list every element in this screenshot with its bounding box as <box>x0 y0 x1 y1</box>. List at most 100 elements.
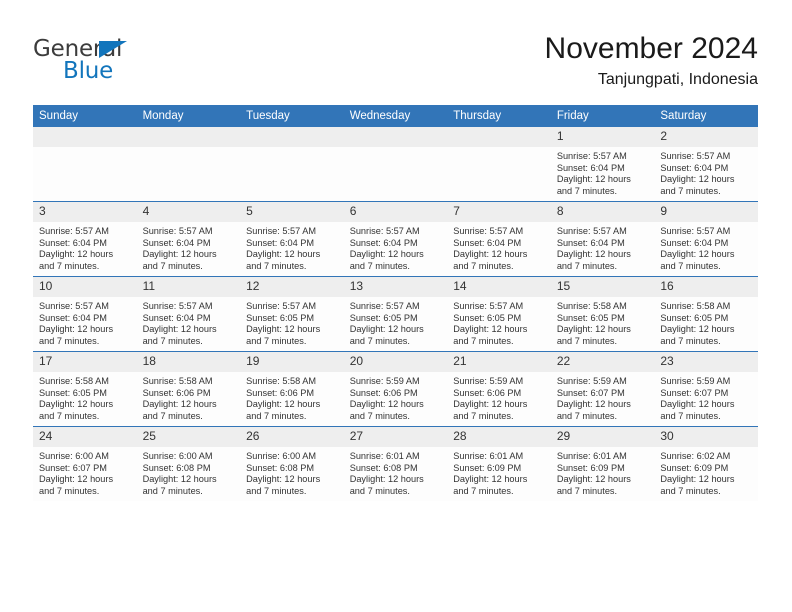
sunrise-text: Sunrise: 6:01 AM <box>349 451 420 461</box>
day-cell-inner <box>343 127 448 201</box>
sunset-text: Sunset: 6:04 PM <box>39 312 107 323</box>
weekday-header-saturday: Saturday <box>654 105 758 127</box>
calendar-day-cell[interactable]: 24 Sunrise: 6:00 AM Sunset: 6:07 PM Dayligh… <box>33 426 137 501</box>
daylight-text: Daylight: 12 hours <box>453 324 528 335</box>
calendar-day-cell[interactable]: 23 Sunrise: 5:59 AM Sunset: 6:07 PM Dayligh… <box>654 351 758 427</box>
day-info: Sunrise: 6:02 AM Sunset: 6:09 PM Daylight:… <box>654 447 758 497</box>
calendar-day-cell[interactable]: 11 Sunrise: 5:57 AM Sunset: 6:04 PM Dayligh… <box>136 276 241 352</box>
calendar-day-cell[interactable]: 20 Sunrise: 5:59 AM Sunset: 6:06 PM Dayligh… <box>343 351 448 427</box>
calendar-day-cell[interactable]: 25 Sunrise: 6:00 AM Sunset: 6:08 PM Dayligh… <box>136 426 241 501</box>
calendar-day-cell[interactable]: 7 Sunrise: 5:57 AM Sunset: 6:04 PM Daylight… <box>447 201 551 277</box>
daylight-text: Daylight: 12 hours <box>660 249 735 260</box>
sunset-text: Sunset: 6:06 PM <box>349 387 418 398</box>
day-number <box>447 127 551 147</box>
sunset-text: Sunset: 6:04 PM <box>39 237 107 248</box>
daylight-text: Daylight: 12 hours <box>39 399 114 410</box>
weekday-header-thursday: Thursday <box>447 105 551 127</box>
sunset-text: Sunset: 6:04 PM <box>246 237 315 248</box>
day-info <box>137 147 241 151</box>
calendar-day-cell[interactable]: 22 Sunrise: 5:59 AM Sunset: 6:07 PM Dayligh… <box>550 351 655 427</box>
daylight-text: Daylight: 12 hours <box>246 474 321 485</box>
weekday-header-wednesday: Wednesday <box>343 105 448 127</box>
calendar-week-row: 24 Sunrise: 6:00 AM Sunset: 6:07 PM Dayligh… <box>33 426 758 501</box>
day-info: Sunrise: 5:57 AM Sunset: 6:05 PM Daylight:… <box>344 297 448 347</box>
daylight-text-cont: and 7 minutes. <box>556 410 618 421</box>
sunset-text: Sunset: 6:09 PM <box>556 462 625 473</box>
calendar-day-cell[interactable]: 28 Sunrise: 6:01 AM Sunset: 6:09 PM Dayligh… <box>447 426 551 501</box>
calendar-day-cell[interactable]: 30 Sunrise: 6:02 AM Sunset: 6:09 PM Dayligh… <box>654 426 758 501</box>
day-info: Sunrise: 6:00 AM Sunset: 6:08 PM Daylight:… <box>240 447 344 497</box>
calendar-day-cell[interactable]: 29 Sunrise: 6:01 AM Sunset: 6:09 PM Dayligh… <box>550 426 655 501</box>
calendar-day-cell[interactable]: 6 Sunrise: 5:57 AM Sunset: 6:04 PM Daylight… <box>343 201 448 277</box>
calendar-day-cell[interactable]: 4 Sunrise: 5:57 AM Sunset: 6:04 PM Daylight… <box>136 201 241 277</box>
day-number: 18 <box>136 352 241 372</box>
daylight-text-cont: and 7 minutes. <box>39 410 100 421</box>
sunrise-text: Sunrise: 5:58 AM <box>556 301 627 311</box>
day-cell-inner: 24 Sunrise: 6:00 AM Sunset: 6:07 PM Dayligh… <box>33 427 137 501</box>
calendar-day-cell[interactable]: 18 Sunrise: 5:58 AM Sunset: 6:06 PM Dayligh… <box>136 351 241 427</box>
day-cell-inner: 23 Sunrise: 5:59 AM Sunset: 6:07 PM Dayligh… <box>654 352 758 426</box>
calendar-day-cell[interactable]: 26 Sunrise: 6:00 AM Sunset: 6:08 PM Dayligh… <box>240 426 344 501</box>
daylight-text-cont: and 7 minutes. <box>349 335 410 346</box>
calendar-day-cell[interactable]: 3 Sunrise: 5:57 AM Sunset: 6:04 PM Daylight… <box>33 201 137 277</box>
calendar-day-cell[interactable]: 8 Sunrise: 5:57 AM Sunset: 6:04 PM Daylight… <box>550 201 655 277</box>
calendar-day-cell[interactable]: 16 Sunrise: 5:58 AM Sunset: 6:05 PM Dayligh… <box>654 276 758 352</box>
sunrise-text: Sunrise: 6:00 AM <box>39 451 109 461</box>
calendar-day-cell[interactable]: 27 Sunrise: 6:01 AM Sunset: 6:08 PM Dayligh… <box>343 426 448 501</box>
day-number: 21 <box>447 352 551 372</box>
calendar-day-cell[interactable]: 13 Sunrise: 5:57 AM Sunset: 6:05 PM Dayligh… <box>343 276 448 352</box>
day-number <box>240 127 344 147</box>
calendar-day-cell[interactable]: 10 Sunrise: 5:57 AM Sunset: 6:04 PM Dayligh… <box>33 276 137 352</box>
day-info: Sunrise: 5:57 AM Sunset: 6:04 PM Daylight:… <box>33 222 137 272</box>
day-cell-inner: 3 Sunrise: 5:57 AM Sunset: 6:04 PM Daylight… <box>33 202 137 276</box>
calendar-day-cell[interactable]: 2 Sunrise: 5:57 AM Sunset: 6:04 PM Daylight… <box>654 127 758 202</box>
calendar-day-cell[interactable]: 19 Sunrise: 5:58 AM Sunset: 6:06 PM Dayligh… <box>240 351 344 427</box>
calendar-table: Sunday Monday Tuesday Wednesday Thursday… <box>33 105 758 501</box>
calendar-day-cell[interactable]: 9 Sunrise: 5:57 AM Sunset: 6:04 PM Daylight… <box>654 201 758 277</box>
general-blue-logo[interactable]: General Blue <box>33 36 233 92</box>
calendar-day-cell-empty <box>240 127 344 202</box>
calendar-day-cell[interactable]: 1 Sunrise: 5:57 AM Sunset: 6:04 PM Daylight… <box>550 127 655 202</box>
daylight-text-cont: and 7 minutes. <box>556 335 618 346</box>
daylight-text-cont: and 7 minutes. <box>39 260 100 271</box>
sunrise-text: Sunrise: 5:57 AM <box>453 226 524 236</box>
calendar-day-cell[interactable]: 21 Sunrise: 5:59 AM Sunset: 6:06 PM Dayligh… <box>447 351 551 427</box>
calendar-day-cell[interactable]: 15 Sunrise: 5:58 AM Sunset: 6:05 PM Dayligh… <box>550 276 655 352</box>
day-cell-inner: 30 Sunrise: 6:02 AM Sunset: 6:09 PM Dayligh… <box>654 427 758 501</box>
day-cell-inner <box>136 127 241 201</box>
day-info: Sunrise: 5:58 AM Sunset: 6:05 PM Daylight:… <box>33 372 137 422</box>
sunset-text: Sunset: 6:05 PM <box>660 312 729 323</box>
day-number: 3 <box>33 202 137 222</box>
daylight-text: Daylight: 12 hours <box>246 324 321 335</box>
daylight-text: Daylight: 12 hours <box>453 399 528 410</box>
calendar-day-cell[interactable]: 12 Sunrise: 5:57 AM Sunset: 6:05 PM Dayligh… <box>240 276 344 352</box>
daylight-text: Daylight: 12 hours <box>453 249 528 260</box>
sunrise-text: Sunrise: 5:57 AM <box>556 151 627 161</box>
title-block: November 2024 Tanjungpati, Indonesia <box>545 30 758 91</box>
day-info: Sunrise: 5:57 AM Sunset: 6:04 PM Daylight:… <box>551 222 655 272</box>
daylight-text: Daylight: 12 hours <box>349 324 424 335</box>
sunset-text: Sunset: 6:06 PM <box>453 387 522 398</box>
sunset-text: Sunset: 6:04 PM <box>142 237 211 248</box>
calendar-week-row: 3 Sunrise: 5:57 AM Sunset: 6:04 PM Daylight… <box>33 201 758 277</box>
calendar-day-cell[interactable]: 14 Sunrise: 5:57 AM Sunset: 6:05 PM Dayligh… <box>447 276 551 352</box>
daylight-text: Daylight: 12 hours <box>142 249 217 260</box>
day-info: Sunrise: 5:57 AM Sunset: 6:05 PM Daylight:… <box>240 297 344 347</box>
sunrise-text: Sunrise: 5:57 AM <box>142 226 213 236</box>
day-cell-inner: 20 Sunrise: 5:59 AM Sunset: 6:06 PM Dayligh… <box>343 352 448 426</box>
day-number: 11 <box>136 277 241 297</box>
calendar-week-row: 1 Sunrise: 5:57 AM Sunset: 6:04 PM Daylight… <box>33 127 758 202</box>
sunrise-text: Sunrise: 5:57 AM <box>142 301 213 311</box>
daylight-text: Daylight: 12 hours <box>556 174 631 185</box>
sunrise-text: Sunrise: 5:57 AM <box>39 226 109 236</box>
daylight-text: Daylight: 12 hours <box>39 474 114 485</box>
day-number: 24 <box>33 427 137 447</box>
calendar-day-cell-empty <box>33 127 137 202</box>
calendar-day-cell[interactable]: 17 Sunrise: 5:58 AM Sunset: 6:05 PM Dayligh… <box>33 351 137 427</box>
daylight-text: Daylight: 12 hours <box>556 324 631 335</box>
daylight-text-cont: and 7 minutes. <box>246 410 307 421</box>
sunset-text: Sunset: 6:05 PM <box>349 312 418 323</box>
sunrise-text: Sunrise: 5:57 AM <box>453 301 524 311</box>
calendar-day-cell[interactable]: 5 Sunrise: 5:57 AM Sunset: 6:04 PM Daylight… <box>240 201 344 277</box>
day-cell-inner: 19 Sunrise: 5:58 AM Sunset: 6:06 PM Dayligh… <box>240 352 344 426</box>
